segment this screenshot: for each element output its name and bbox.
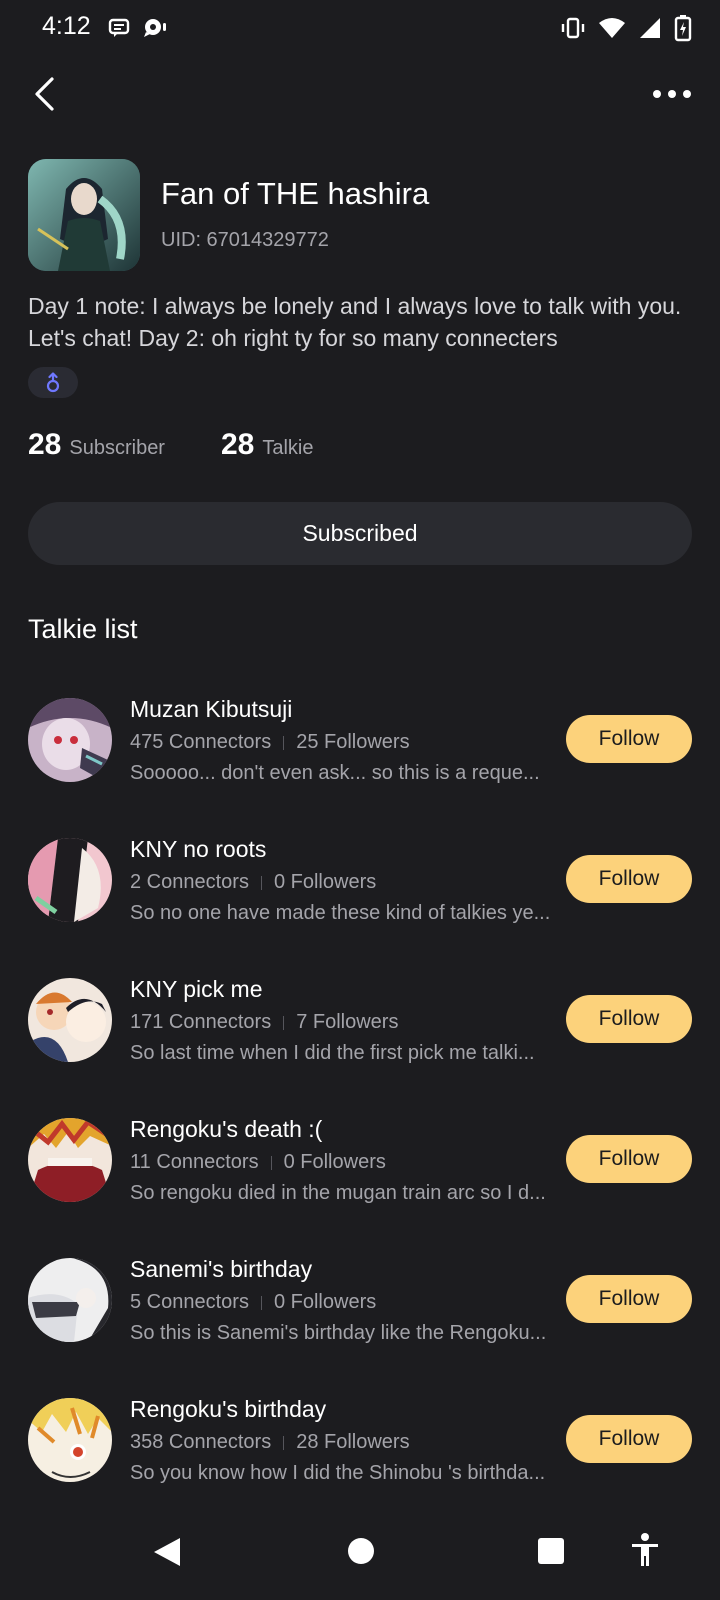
- subscriber-label: Subscriber: [69, 437, 165, 459]
- meta-divider: [283, 735, 285, 750]
- connectors-count: 171 Connectors: [130, 1011, 272, 1033]
- more-options-button[interactable]: [650, 74, 694, 114]
- nav-recents-button[interactable]: [538, 1538, 564, 1564]
- gender-badge: [28, 367, 78, 398]
- talkie-description: So this is Sanemi's birthday like the Re…: [130, 1322, 547, 1344]
- talkie-avatar[interactable]: [28, 838, 112, 922]
- wifi-icon: [598, 16, 626, 45]
- followers-count: 0 Followers: [273, 1291, 377, 1313]
- follow-button[interactable]: Follow: [566, 715, 692, 763]
- nav-home-button[interactable]: [348, 1538, 374, 1564]
- talkie-name: Muzan Kibutsuji: [130, 696, 293, 722]
- triangle-back-icon: [154, 1538, 180, 1566]
- meta-divider: [260, 875, 262, 890]
- follow-button[interactable]: Follow: [566, 1275, 692, 1323]
- status-right-icons: [560, 14, 692, 47]
- followers-count: 0 Followers: [273, 871, 377, 893]
- talkie-meta: 2 Connectors 0 Followers: [130, 871, 376, 894]
- accessibility-button[interactable]: [630, 1532, 660, 1573]
- connectors-count: 5 Connectors: [130, 1291, 249, 1313]
- meta-divider: [283, 1015, 285, 1030]
- talkie-avatar[interactable]: [28, 1398, 112, 1482]
- connectors-count: 358 Connectors: [130, 1431, 272, 1453]
- talkie-label: Talkie: [262, 437, 314, 459]
- accessibility-icon: [632, 1533, 658, 1566]
- vibrate-icon: [560, 15, 586, 46]
- followers-count: 0 Followers: [283, 1151, 386, 1173]
- subscriber-stat[interactable]: 28 Subscriber: [28, 428, 165, 462]
- screen: 4:12 Fan of THE hashira UID: 67014329772…: [0, 0, 720, 1600]
- status-time: 4:12: [42, 12, 91, 40]
- talkie-description: So rengoku died in the mugan train arc s…: [130, 1182, 546, 1204]
- talkie-meta: 358 Connectors 28 Followers: [130, 1431, 410, 1454]
- talkie-meta: 171 Connectors 7 Followers: [130, 1011, 398, 1034]
- talkie-description: So last time when I did the first pick m…: [130, 1042, 535, 1064]
- gender-icon: [46, 371, 60, 392]
- profile-name: Fan of THE hashira: [161, 176, 430, 211]
- talkie-avatar[interactable]: [28, 1118, 112, 1202]
- nav-back-button[interactable]: [152, 1536, 182, 1573]
- talkie-item-rengoku-birthday[interactable]: Rengoku's birthday 358 Connectors 28 Fol…: [0, 1388, 720, 1528]
- message-notification-icon: [108, 16, 130, 43]
- talkie-item-kny-pick-me[interactable]: KNY pick me 171 Connectors 7 Followers S…: [0, 968, 720, 1108]
- talkie-description: Sooooo... don't even ask... so this is a…: [130, 762, 540, 784]
- talkie-meta: 5 Connectors 0 Followers: [130, 1291, 376, 1314]
- talkie-list: Muzan Kibutsuji 475 Connectors 25 Follow…: [0, 688, 720, 1528]
- more-horizontal-icon: [653, 90, 691, 98]
- talkie-name: KNY no roots: [130, 836, 267, 862]
- status-bar: 4:12: [0, 0, 720, 56]
- talkie-name: Rengoku's birthday: [130, 1396, 327, 1422]
- profile-uid: UID: 67014329772: [161, 229, 329, 251]
- battery-charging-icon: [674, 14, 692, 47]
- talkie-item-sanemi-birthday[interactable]: Sanemi's birthday 5 Connectors 0 Followe…: [0, 1248, 720, 1388]
- talkie-item-muzan[interactable]: Muzan Kibutsuji 475 Connectors 25 Follow…: [0, 688, 720, 828]
- followers-count: 25 Followers: [296, 731, 410, 753]
- back-button[interactable]: [26, 72, 70, 116]
- talkie-description: So no one have made these kind of talkie…: [130, 902, 551, 924]
- follow-button[interactable]: Follow: [566, 1415, 692, 1463]
- follow-button[interactable]: Follow: [566, 855, 692, 903]
- subscribed-button[interactable]: Subscribed: [28, 502, 692, 565]
- meta-divider: [270, 1155, 272, 1170]
- talkie-name: KNY pick me: [130, 976, 263, 1002]
- talkie-avatar[interactable]: [28, 698, 112, 782]
- talkie-avatar[interactable]: [28, 978, 112, 1062]
- talkie-list-title: Talkie list: [28, 614, 138, 644]
- followers-count: 28 Followers: [296, 1431, 410, 1453]
- system-nav-bar: [0, 1520, 720, 1600]
- meta-divider: [283, 1435, 285, 1450]
- signal-icon: [638, 16, 662, 45]
- profile-stats: 28 Subscriber 28 Talkie: [28, 428, 314, 462]
- talkie-meta: 475 Connectors 25 Followers: [130, 731, 410, 754]
- profile-avatar[interactable]: [28, 159, 140, 271]
- subscriber-count: 28: [28, 428, 62, 461]
- status-left-icons: [108, 16, 168, 43]
- talkie-stat[interactable]: 28 Talkie: [221, 428, 314, 462]
- profile-bio: Day 1 note: I always be lonely and I alw…: [28, 293, 682, 351]
- connectors-count: 2 Connectors: [130, 871, 249, 893]
- talkie-avatar[interactable]: [28, 1258, 112, 1342]
- talkie-name: Rengoku's death :(: [130, 1116, 323, 1142]
- talkie-item-kny-no-roots[interactable]: KNY no roots 2 Connectors 0 Followers So…: [0, 828, 720, 968]
- follow-button[interactable]: Follow: [566, 1135, 692, 1183]
- chevron-left-icon: [35, 77, 54, 111]
- talkie-description: So you know how I did the Shinobu 's bir…: [130, 1462, 546, 1484]
- talkie-meta: 11 Connectors 0 Followers: [130, 1151, 386, 1174]
- chat-notification-icon: [142, 16, 168, 43]
- connectors-count: 11 Connectors: [130, 1151, 259, 1173]
- follow-button[interactable]: Follow: [566, 995, 692, 1043]
- followers-count: 7 Followers: [296, 1011, 399, 1033]
- meta-divider: [260, 1295, 262, 1310]
- talkie-name: Sanemi's birthday: [130, 1256, 313, 1282]
- talkie-count: 28: [220, 428, 255, 461]
- connectors-count: 475 Connectors: [130, 731, 272, 753]
- talkie-item-rengoku-death[interactable]: Rengoku's death :( 11 Connectors 0 Follo…: [0, 1108, 720, 1248]
